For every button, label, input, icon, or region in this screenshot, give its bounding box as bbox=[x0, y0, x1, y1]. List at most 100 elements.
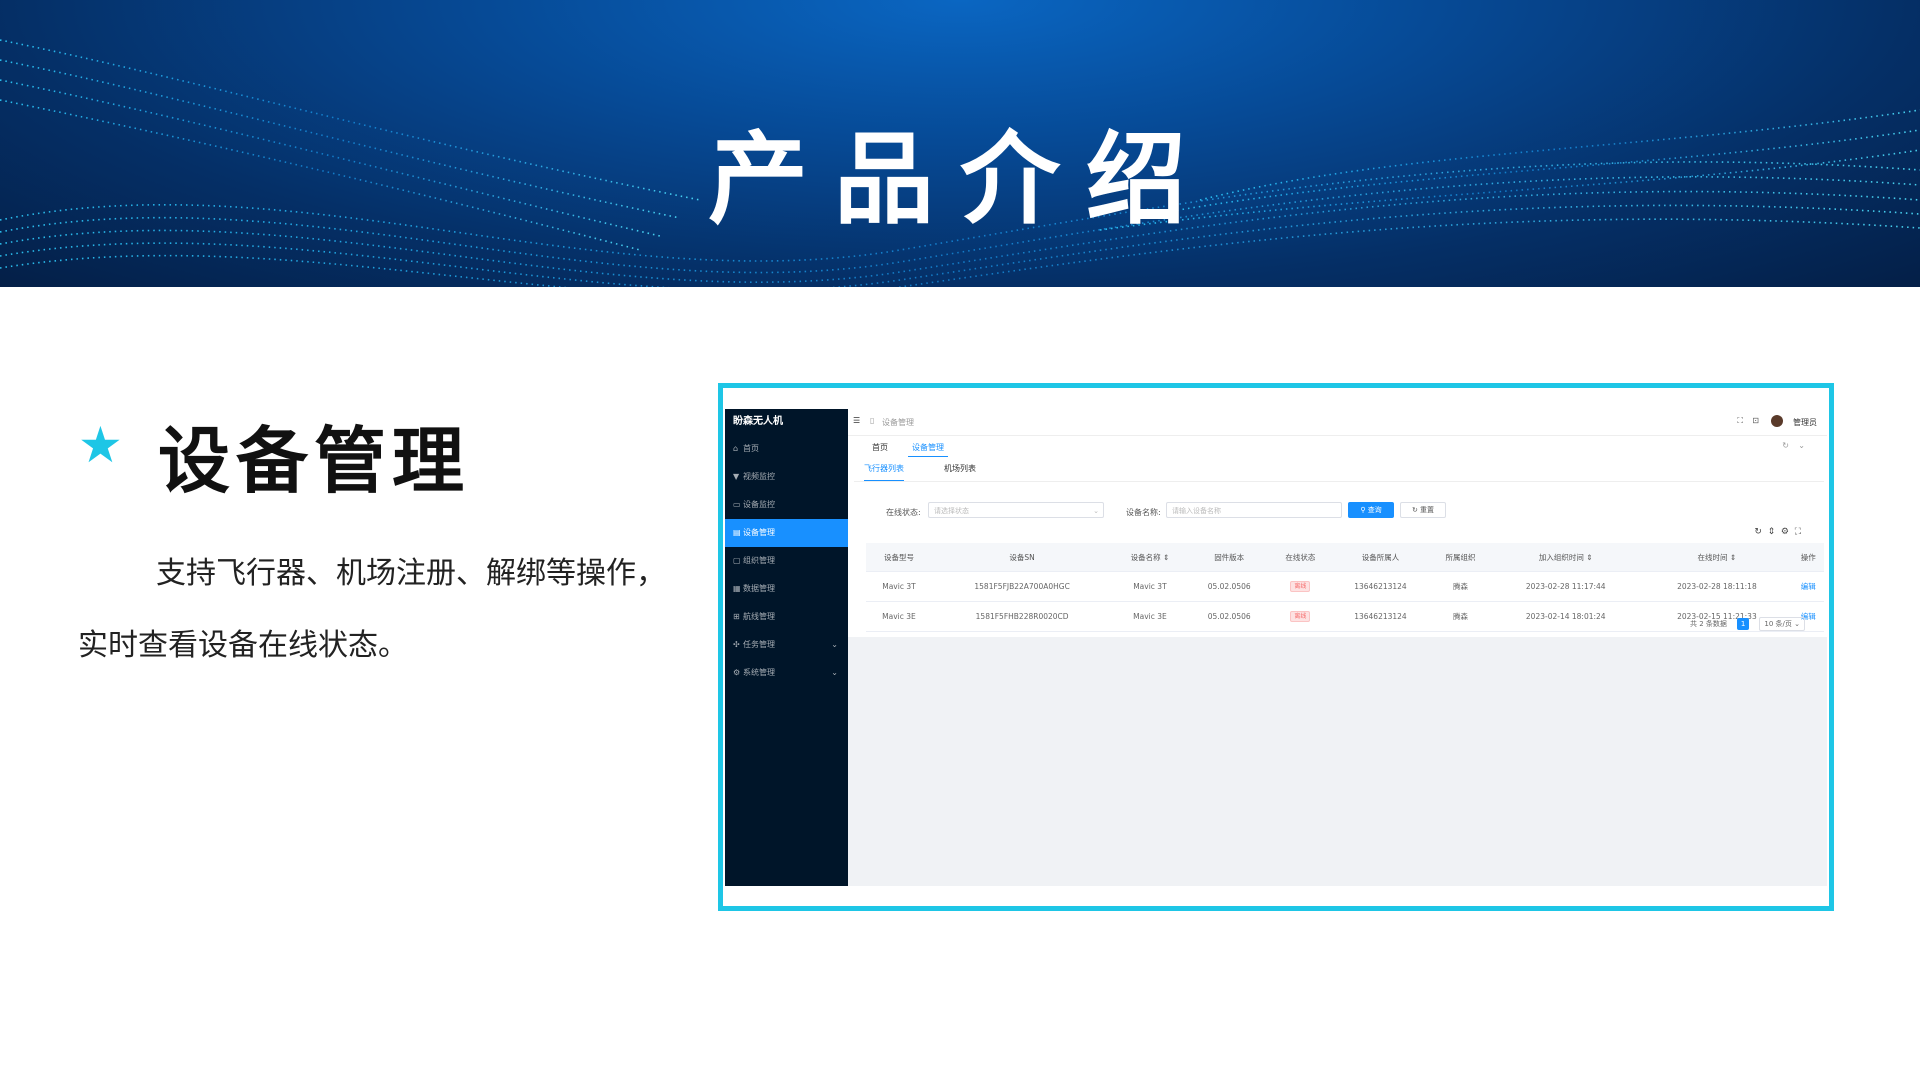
edit-link[interactable]: 编辑 bbox=[1801, 582, 1816, 591]
sidebar-item-label: 设备管理 bbox=[743, 528, 775, 537]
sidebar-item-data[interactable]: ▦ 数据管理 bbox=[725, 575, 848, 603]
cell-joined: 2023-02-14 18:01:24 bbox=[1490, 601, 1642, 632]
col-header[interactable]: 设备名称 ⇕ bbox=[1112, 543, 1188, 572]
name-input[interactable]: 请输入设备名称 bbox=[1166, 502, 1342, 518]
cell-sn: 1581F5FHB228R0020CD bbox=[931, 601, 1113, 632]
cell-online: 2023-02-28 18:11:18 bbox=[1641, 571, 1793, 602]
lock-icon[interactable]: ⊡ bbox=[1752, 416, 1759, 425]
fullscreen-icon[interactable]: ⛶ bbox=[1737, 416, 1743, 426]
sidebar-item-label: 数据管理 bbox=[743, 584, 775, 593]
sidebar-item-home[interactable]: ⌂ 首页 bbox=[725, 435, 848, 463]
breadcrumb[interactable]: 设备管理 bbox=[882, 417, 914, 428]
table-toolbar: ↻ ⇕ ⚙ ⛶ bbox=[1754, 527, 1801, 537]
cell-status: 离线 bbox=[1270, 571, 1331, 602]
brand: 盼森无人机 bbox=[733, 416, 783, 427]
star-icon: ★ bbox=[78, 416, 123, 474]
sidebar-item-label: 系统管理 bbox=[743, 668, 775, 677]
sidebar: 盼森无人机 ⌂ 首页 ▼ 视频监控 ▭ 设备监控 ▤ 设备管理 ▢ 组织管理 ▦ 数据管理 … bbox=[725, 409, 848, 886]
sidebar-item-label: 首页 bbox=[743, 444, 759, 453]
table-row: Mavic 3E 1581F5FHB228R0020CD Mavic 3E 05… bbox=[866, 601, 1824, 632]
col-header: 设备SN bbox=[931, 543, 1113, 572]
home-icon: ⌂ bbox=[733, 444, 739, 453]
refresh-icon[interactable]: ↻ bbox=[1754, 527, 1762, 537]
reset-button[interactable]: ↻ 重置 bbox=[1400, 502, 1446, 518]
search-button[interactable]: ⚲ 查询 bbox=[1348, 502, 1394, 518]
settings-icon[interactable]: ⚙ bbox=[1781, 527, 1789, 537]
screen-icon: ▢ bbox=[733, 556, 741, 565]
main-content: 飞行器列表 机场列表 在线状态: 请选择状态 ⌄ 设备名称: 请输入设备名称 ⚲… bbox=[848, 457, 1827, 637]
subtab-divider bbox=[854, 481, 1824, 482]
breadcrumb-icon: ▯ bbox=[870, 416, 875, 425]
route-icon: ⊞ bbox=[733, 612, 740, 621]
search-button-label: 查询 bbox=[1367, 506, 1382, 514]
col-header[interactable]: 加入组织时间 ⇕ bbox=[1490, 543, 1642, 572]
sidebar-item-label: 航线管理 bbox=[743, 612, 775, 621]
col-header: 操作 bbox=[1792, 543, 1824, 572]
cell-action: 编辑 bbox=[1792, 571, 1824, 602]
banner: 产品介绍 bbox=[0, 0, 1920, 287]
refresh-tag-icon[interactable]: ↻ bbox=[1782, 441, 1789, 450]
tags-bar: 首页 设备管理 ↻ ⌄ bbox=[848, 435, 1827, 458]
sidebar-item-organization[interactable]: ▢ 组织管理 bbox=[725, 547, 848, 575]
sidebar-item-label: 任务管理 bbox=[743, 640, 775, 649]
status-label: 在线状态: bbox=[886, 508, 921, 517]
cell-name: Mavic 3T bbox=[1112, 571, 1188, 602]
chevron-down-icon: ⌄ bbox=[1794, 620, 1800, 628]
col-header: 所属组织 bbox=[1430, 543, 1491, 572]
status-select[interactable]: 请选择状态 ⌄ bbox=[928, 502, 1104, 518]
subtab-dock[interactable]: 机场列表 bbox=[944, 463, 976, 474]
pagination-page[interactable]: 1 bbox=[1737, 618, 1750, 630]
cell-model: Mavic 3T bbox=[866, 571, 932, 602]
sidebar-item-video[interactable]: ▼ 视频监控 bbox=[725, 463, 848, 491]
cell-firmware: 05.02.0506 bbox=[1187, 601, 1271, 632]
chevron-down-icon: ⌄ bbox=[831, 640, 838, 649]
fullscreen-icon[interactable]: ⛶ bbox=[1795, 527, 1801, 537]
screenshot-frame: 盼森无人机 ⌂ 首页 ▼ 视频监控 ▭ 设备监控 ▤ 设备管理 ▢ 组织管理 ▦ 数据管理 … bbox=[718, 383, 1834, 911]
sidebar-item-system[interactable]: ⚙ 系统管理 ⌄ bbox=[725, 659, 848, 687]
menu-toggle-icon[interactable]: ☰ bbox=[853, 416, 860, 425]
sidebar-item-device-management[interactable]: ▤ 设备管理 bbox=[725, 519, 848, 547]
col-header: 设备型号 bbox=[866, 543, 932, 572]
cell-status: 离线 bbox=[1270, 601, 1331, 632]
settings-icon: ⚙ bbox=[733, 668, 741, 677]
topbar: ☰ ▯ 设备管理 ⛶ ⊡ 管理员 bbox=[848, 409, 1827, 435]
pagination-size-select[interactable]: 10 条/页 ⌄ bbox=[1759, 617, 1805, 631]
column-height-icon[interactable]: ⇕ bbox=[1768, 527, 1776, 537]
chevron-down-icon[interactable]: ⌄ bbox=[1798, 441, 1805, 450]
cell-owner: 13646213124 bbox=[1330, 601, 1431, 632]
tag-home[interactable]: 首页 bbox=[872, 442, 888, 453]
app-window: 盼森无人机 ⌂ 首页 ▼ 视频监控 ▭ 设备监控 ▤ 设备管理 ▢ 组织管理 ▦ 数据管理 … bbox=[725, 409, 1827, 886]
cell-org: 腾森 bbox=[1430, 571, 1491, 602]
col-header[interactable]: 在线时间 ⇕ bbox=[1641, 543, 1793, 572]
chevron-down-icon: ⌄ bbox=[1093, 507, 1099, 515]
sidebar-item-label: 组织管理 bbox=[743, 556, 775, 565]
cell-model: Mavic 3E bbox=[866, 601, 932, 632]
table-row: Mavic 3T 1581F5FJB22A700A0HGC Mavic 3T 0… bbox=[866, 571, 1824, 602]
table-header-row: 设备型号 设备SN 设备名称 ⇕ 固件版本 在线状态 设备所属人 所属组织 加入… bbox=[866, 543, 1824, 572]
sidebar-item-route[interactable]: ⊞ 航线管理 bbox=[725, 603, 848, 631]
pagination-total: 共 2 条数据 bbox=[1690, 620, 1727, 628]
cell-name: Mavic 3E bbox=[1112, 601, 1188, 632]
section-title: 设备管理 bbox=[158, 419, 471, 503]
tag-device-management[interactable]: 设备管理 bbox=[908, 442, 948, 457]
subtab-aircraft[interactable]: 飞行器列表 bbox=[864, 463, 904, 482]
avatar[interactable] bbox=[1771, 415, 1783, 427]
sidebar-item-task[interactable]: ✣ 任务管理 ⌄ bbox=[725, 631, 848, 659]
cell-owner: 13646213124 bbox=[1330, 571, 1431, 602]
chevron-down-icon: ⌄ bbox=[831, 668, 838, 677]
sidebar-item-device-monitor[interactable]: ▭ 设备监控 bbox=[725, 491, 848, 519]
cell-joined: 2023-02-28 11:17:44 bbox=[1490, 571, 1642, 602]
data-icon: ▦ bbox=[733, 584, 741, 593]
pagination: 共 2 条数据 1 10 条/页 ⌄ bbox=[1690, 617, 1805, 631]
name-label: 设备名称: bbox=[1126, 508, 1161, 517]
banner-title: 产品介绍 bbox=[708, 121, 1212, 238]
reset-button-label: 重置 bbox=[1420, 506, 1435, 514]
refresh-icon: ↻ bbox=[1411, 506, 1418, 514]
col-header: 设备所属人 bbox=[1330, 543, 1431, 572]
sidebar-item-label: 视频监控 bbox=[743, 472, 775, 481]
device-table: 设备型号 设备SN 设备名称 ⇕ 固件版本 在线状态 设备所属人 所属组织 加入… bbox=[866, 543, 1824, 632]
user-name[interactable]: 管理员 bbox=[1793, 417, 1817, 428]
name-placeholder: 请输入设备名称 bbox=[1172, 507, 1221, 515]
cell-org: 腾森 bbox=[1430, 601, 1491, 632]
search-icon: ⚲ bbox=[1360, 506, 1366, 514]
